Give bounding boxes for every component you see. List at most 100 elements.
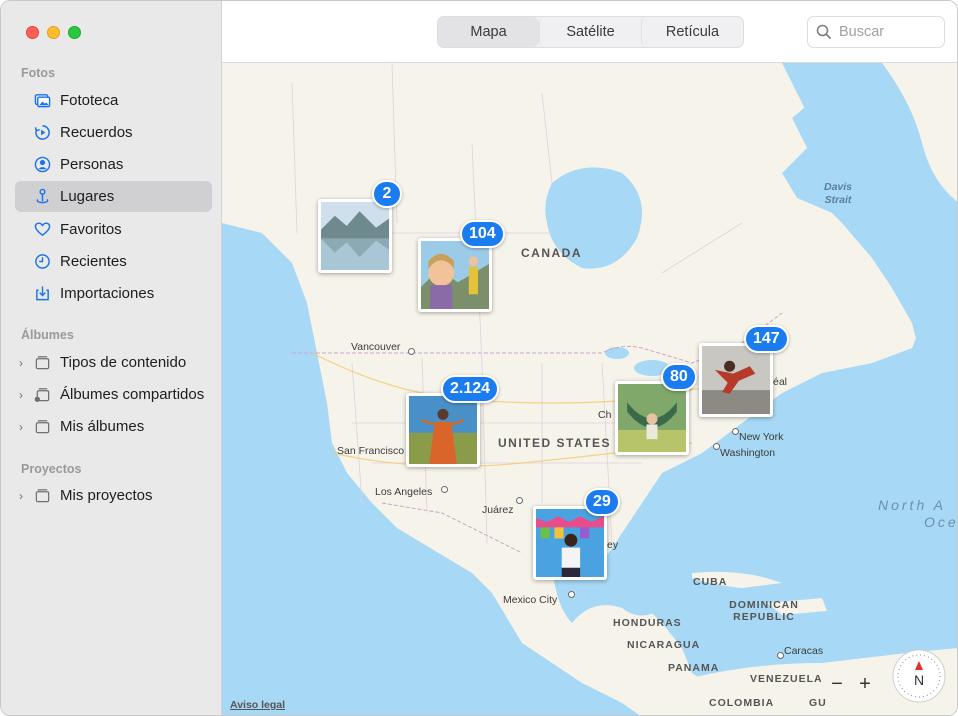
map-type-segmented-control: Mapa Satélite Retícula xyxy=(437,16,744,48)
city-dot xyxy=(777,652,784,659)
photo-thumbnail xyxy=(615,381,689,455)
sidebar-item-places[interactable]: Lugares xyxy=(15,181,212,212)
sidebar-item-library[interactable]: Fototeca xyxy=(15,85,212,116)
city-dot xyxy=(441,486,448,493)
photo-count-badge: 29 xyxy=(584,488,620,516)
minimize-window-button[interactable] xyxy=(47,26,60,39)
search-input[interactable] xyxy=(839,24,934,40)
country-label-guyana-partial: GU xyxy=(809,697,827,709)
city-label-caracas: Caracas xyxy=(784,645,824,657)
country-label-usa: UNITED STATES xyxy=(498,436,612,450)
water-label-line: Strait xyxy=(824,194,852,206)
city-label-monterrey-partial: ey xyxy=(607,539,619,551)
sidebar-item-label: Lugares xyxy=(60,188,115,205)
section-title-photos: Fotos xyxy=(21,66,56,80)
search-box[interactable] xyxy=(807,16,945,48)
sidebar-item-favorites[interactable]: Favoritos xyxy=(15,214,212,245)
city-label-los-angeles: Los Angeles xyxy=(375,486,433,498)
city-label-san-francisco: San Francisco xyxy=(337,445,405,457)
sidebar-item-content-types[interactable]: › Tipos de contenido xyxy=(15,347,212,378)
toolbar: Mapa Satélite Retícula xyxy=(222,1,957,63)
zoom-controls: − + xyxy=(828,673,874,695)
sidebar-item-shared-albums[interactable]: › Álbumes compartidos xyxy=(15,379,212,410)
folder-stack-icon xyxy=(33,354,51,372)
sidebar-item-label: Álbumes compartidos xyxy=(60,386,205,403)
legal-notice-link[interactable]: Aviso legal xyxy=(230,699,285,711)
water-label-line: Davis xyxy=(824,181,853,193)
ocean-label-ocean: Oce xyxy=(924,514,958,530)
chevron-right-icon[interactable]: › xyxy=(19,489,29,503)
chevron-right-icon[interactable]: › xyxy=(19,356,29,370)
city-dot xyxy=(408,348,415,355)
compass-letter: N xyxy=(913,672,925,688)
photo-count-badge: 2 xyxy=(372,180,402,208)
city-label-juarez: Juárez xyxy=(482,504,514,516)
folder-stack-icon xyxy=(33,487,51,505)
photo-count-badge: 147 xyxy=(744,325,789,353)
map-view[interactable]: CANADA UNITED STATES CUBA DOMINICAN REPU… xyxy=(222,63,958,715)
sidebar-item-imports[interactable]: Importaciones xyxy=(15,278,212,309)
photo-count-badge: 80 xyxy=(661,363,697,391)
tab-map[interactable]: Mapa xyxy=(438,17,539,47)
sidebar-item-people[interactable]: Personas xyxy=(15,149,212,180)
tab-satellite[interactable]: Satélite xyxy=(539,17,641,47)
section-title-projects: Proyectos xyxy=(21,462,82,476)
folder-stack-icon xyxy=(33,418,51,436)
map-base-layer xyxy=(222,63,957,715)
tab-grid[interactable]: Retícula xyxy=(641,17,743,47)
photo-thumbnail xyxy=(406,393,480,467)
sidebar-item-label: Favoritos xyxy=(60,221,122,238)
country-label-cuba: CUBA xyxy=(693,576,728,588)
zoom-in-button[interactable]: + xyxy=(856,673,874,695)
sidebar-item-label: Mis álbumes xyxy=(60,418,145,435)
sidebar-item-label: Fototeca xyxy=(60,92,119,109)
city-dot xyxy=(732,428,739,435)
city-dot xyxy=(713,443,720,450)
memories-icon xyxy=(33,124,51,142)
chevron-right-icon[interactable]: › xyxy=(19,420,29,434)
country-label-venezuela: VENEZUELA xyxy=(750,673,823,685)
country-label-canada: CANADA xyxy=(521,246,582,260)
section-title-albums: Álbumes xyxy=(21,328,74,342)
sidebar-item-label: Tipos de contenido xyxy=(60,354,187,371)
photo-thumbnail xyxy=(699,343,773,417)
country-label-colombia: COLOMBIA xyxy=(709,697,775,709)
places-pin-icon xyxy=(33,188,51,206)
city-label-washington: Washington xyxy=(720,447,776,459)
city-label-chicago-partial: Ch xyxy=(598,409,612,421)
window-controls xyxy=(26,26,81,39)
country-label-honduras: HONDURAS xyxy=(613,617,682,629)
city-label-montreal-partial: éal xyxy=(773,376,788,388)
people-icon xyxy=(33,156,51,174)
zoom-out-button[interactable]: − xyxy=(828,673,846,695)
city-dot xyxy=(568,591,575,598)
chevron-right-icon[interactable]: › xyxy=(19,388,29,402)
sidebar-item-memories[interactable]: Recuerdos xyxy=(15,117,212,148)
sidebar-item-label: Personas xyxy=(60,156,124,173)
search-icon xyxy=(816,24,832,40)
compass-button[interactable]: N xyxy=(892,649,946,703)
sidebar-item-label: Recuerdos xyxy=(60,124,133,141)
city-label-new-york: New York xyxy=(739,431,784,443)
ocean-label-north-atlantic: North A xyxy=(878,497,946,513)
photo-library-icon xyxy=(33,92,51,110)
city-label-vancouver: Vancouver xyxy=(351,341,401,353)
shared-albums-icon xyxy=(33,386,51,404)
sidebar-item-recents[interactable]: Recientes xyxy=(15,246,212,277)
photos-window: Fotos Fototeca Recuerdos Personas Lugare… xyxy=(0,0,958,716)
sidebar-item-label: Mis proyectos xyxy=(60,487,153,504)
import-icon xyxy=(33,285,51,303)
sidebar-item-my-projects[interactable]: › Mis proyectos xyxy=(15,480,212,511)
sidebar-item-label: Recientes xyxy=(60,253,127,270)
country-label-dominican-republic: DOMINICAN REPUBLIC xyxy=(729,599,799,623)
close-window-button[interactable] xyxy=(26,26,39,39)
country-label-panama: PANAMA xyxy=(668,662,720,674)
photo-count-badge: 2.124 xyxy=(441,375,500,403)
zoom-window-button[interactable] xyxy=(68,26,81,39)
sidebar-item-my-albums[interactable]: › Mis álbumes xyxy=(15,411,212,442)
country-label-nicaragua: NICARAGUA xyxy=(627,639,701,651)
sidebar: Fotos Fototeca Recuerdos Personas Lugare… xyxy=(1,1,222,715)
photo-thumbnail xyxy=(418,238,492,312)
clock-icon xyxy=(33,253,51,271)
sidebar-item-label: Importaciones xyxy=(60,285,155,302)
